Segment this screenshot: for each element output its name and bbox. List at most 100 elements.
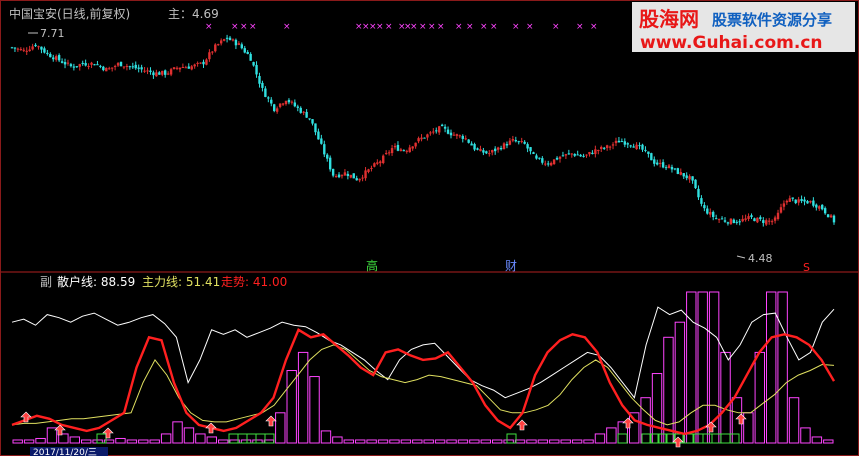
candle-body [169, 69, 173, 75]
candle-body [632, 146, 635, 148]
candle-body [455, 134, 459, 136]
candle-body [511, 139, 515, 141]
candle-body [99, 65, 102, 67]
signal-mark: × [437, 22, 445, 32]
candle-body [131, 66, 134, 68]
candle-body [482, 150, 485, 153]
candle-body [818, 206, 821, 209]
candle-body [46, 52, 49, 54]
candle-body [331, 168, 335, 176]
candle-body [529, 147, 532, 152]
candle-body [505, 143, 509, 146]
candle-body [361, 177, 364, 179]
candle-body [349, 174, 353, 178]
candle-body [706, 208, 709, 214]
candle-body [579, 154, 582, 157]
sub-prefix: 副 [40, 275, 52, 289]
candle-body [644, 149, 647, 151]
main-force-line-label: 主力线: 51.41 [142, 275, 220, 289]
candle-body [125, 65, 129, 67]
candle-body [520, 141, 523, 143]
signal-mark: × [410, 22, 418, 32]
candle-body [647, 151, 650, 154]
candle-body [311, 119, 314, 124]
candle-body [287, 99, 291, 103]
candle-body [37, 46, 40, 48]
candle-body [464, 138, 467, 140]
candle-body [270, 99, 273, 104]
candle-body [443, 126, 447, 129]
candle-body [585, 154, 588, 156]
candle-body [821, 204, 824, 210]
candle-body [284, 100, 288, 105]
candle-body [405, 150, 408, 152]
candle-body [765, 220, 768, 225]
candle-body [815, 204, 818, 208]
candle-body [346, 173, 350, 176]
candle-body [420, 137, 423, 140]
candle-body [485, 151, 488, 154]
candle-body [502, 143, 506, 150]
candle-body [461, 135, 464, 139]
candle-body [396, 144, 400, 151]
candle-body [608, 146, 612, 148]
candle-body [296, 106, 299, 108]
candle-body [90, 62, 93, 65]
candle-body [532, 152, 535, 154]
candle-body [317, 131, 320, 140]
candle-body [373, 163, 376, 167]
candle-body [402, 150, 406, 152]
date-cursor-label: 2017/11/20/三 [33, 448, 97, 456]
candle-body [10, 47, 14, 49]
candle-body [264, 88, 267, 97]
candle-body [320, 138, 323, 144]
candle-body [458, 135, 462, 137]
candle-body [514, 140, 518, 142]
candle-body [700, 198, 703, 204]
candle-body [467, 139, 470, 143]
candle-body [564, 154, 568, 156]
signal-mark: × [590, 22, 598, 32]
candle-body [340, 175, 344, 177]
candle-body [658, 162, 662, 164]
candle-body [523, 141, 526, 144]
candle-body [638, 145, 641, 147]
candle-body [411, 146, 414, 149]
candle-body [166, 73, 170, 75]
candle-body [134, 64, 137, 69]
candle-body [178, 67, 182, 70]
retail-line-label: 散户线: 88.59 [57, 274, 135, 289]
candle-body [355, 178, 358, 181]
candle-body [650, 153, 653, 161]
chart-window: 中国宝安(日线,前复权) 主：4.69 × × × × × × × × × × ××× × × × × × × ×… [0, 0, 859, 456]
signal-mark: × [512, 22, 520, 32]
candle-body [617, 140, 621, 143]
candle-body [423, 137, 426, 139]
candle-body [449, 132, 453, 136]
candle-body [797, 199, 800, 203]
candle-body [709, 212, 712, 215]
low-price-label: 4.48 [748, 252, 773, 265]
candle-body [591, 152, 594, 155]
candle-body [570, 153, 573, 155]
candle-body [782, 203, 786, 207]
candle-body [240, 44, 244, 49]
candle-body [49, 53, 52, 58]
candle-body [541, 158, 544, 163]
candle-body [258, 76, 261, 84]
candle-body [323, 144, 326, 155]
signal-mark: × [249, 22, 257, 32]
candle-body [119, 61, 123, 67]
candle-body [34, 44, 37, 47]
candle-body [31, 46, 34, 50]
candle-body [496, 147, 500, 150]
candle-body [290, 101, 294, 103]
candle-body [653, 159, 656, 164]
candle-body [776, 212, 780, 220]
candle-body [611, 144, 615, 146]
signal-mark: × [419, 22, 427, 32]
candle-body [576, 154, 579, 156]
signal-mark: × [205, 22, 213, 32]
signal-mark: × [552, 22, 560, 32]
candle-body [823, 208, 827, 214]
